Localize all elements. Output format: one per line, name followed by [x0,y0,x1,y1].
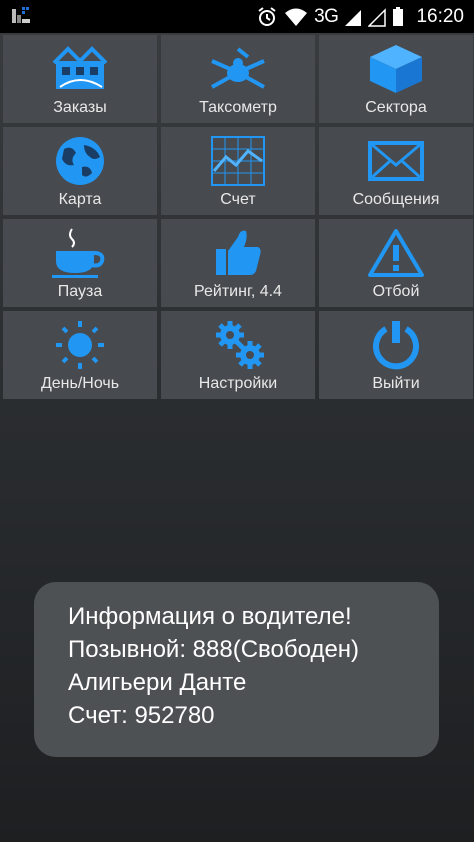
settings-tile[interactable]: Настройки [161,311,315,399]
signal-icon [368,7,387,27]
globe-icon [56,137,104,185]
exit-label: Выйти [372,375,420,392]
map-label: Карта [58,191,102,208]
taximeter-icon [211,47,265,89]
warning-icon [368,229,424,277]
battery-icon [393,6,404,26]
messages-label: Сообщения [352,191,440,208]
gears-icon [216,321,264,369]
sectors-label: Сектора [365,99,427,116]
exit-tile[interactable]: Выйти [319,311,473,399]
network-type: 3G [314,5,339,27]
cancel-label: Отбой [372,283,420,300]
day-night-tile[interactable]: День/Ночь [3,311,157,399]
settings-label: Настройки [198,375,278,392]
wifi-icon [285,8,308,26]
driver-info-toast: Информация о водителе! Позывной: 888(Сво… [34,582,439,757]
coffee-cup-icon [52,228,105,278]
messages-tile[interactable]: Сообщения [319,127,473,215]
pause-tile[interactable]: Пауза [3,219,157,307]
app-notification-icon [12,7,30,23]
orders-tile[interactable]: Заказы [3,35,157,123]
chart-icon [211,136,265,186]
account-label: Счет [220,191,256,208]
rating-tile[interactable]: Рейтинг, 4.4 [161,219,315,307]
envelope-icon [368,141,424,181]
account-tile[interactable]: Счет [161,127,315,215]
sun-icon [56,321,104,369]
power-icon [373,321,419,370]
clock: 16:20 [416,5,464,27]
pause-label: Пауза [57,283,103,300]
rating-label: Рейтинг, 4.4 [194,283,282,300]
toast-driver-name: Алигьери Данте [68,669,247,696]
signal-icon [345,9,362,26]
orders-icon [52,46,108,89]
orders-label: Заказы [53,99,107,116]
toast-callsign: Позывной: 888(Свободен) [68,636,360,663]
cancel-tile[interactable]: Отбой [319,219,473,307]
alarm-icon [258,6,276,26]
taximeter-tile[interactable]: Таксометр [161,35,315,123]
thumbs-up-icon [216,230,261,275]
taximeter-label: Таксометр [199,99,277,116]
toast-account: Счет: 952780 [68,702,215,729]
day-night-label: День/Ночь [40,375,120,392]
status-bar: 3G 16:20 [0,0,474,33]
map-tile[interactable]: Карта [3,127,157,215]
main-menu-grid: Заказы Таксометр Сектора Карта Счет Сооб… [3,35,473,399]
sectors-icon [370,45,422,93]
toast-title: Информация о водителе! [68,603,352,630]
sectors-tile[interactable]: Сектора [319,35,473,123]
